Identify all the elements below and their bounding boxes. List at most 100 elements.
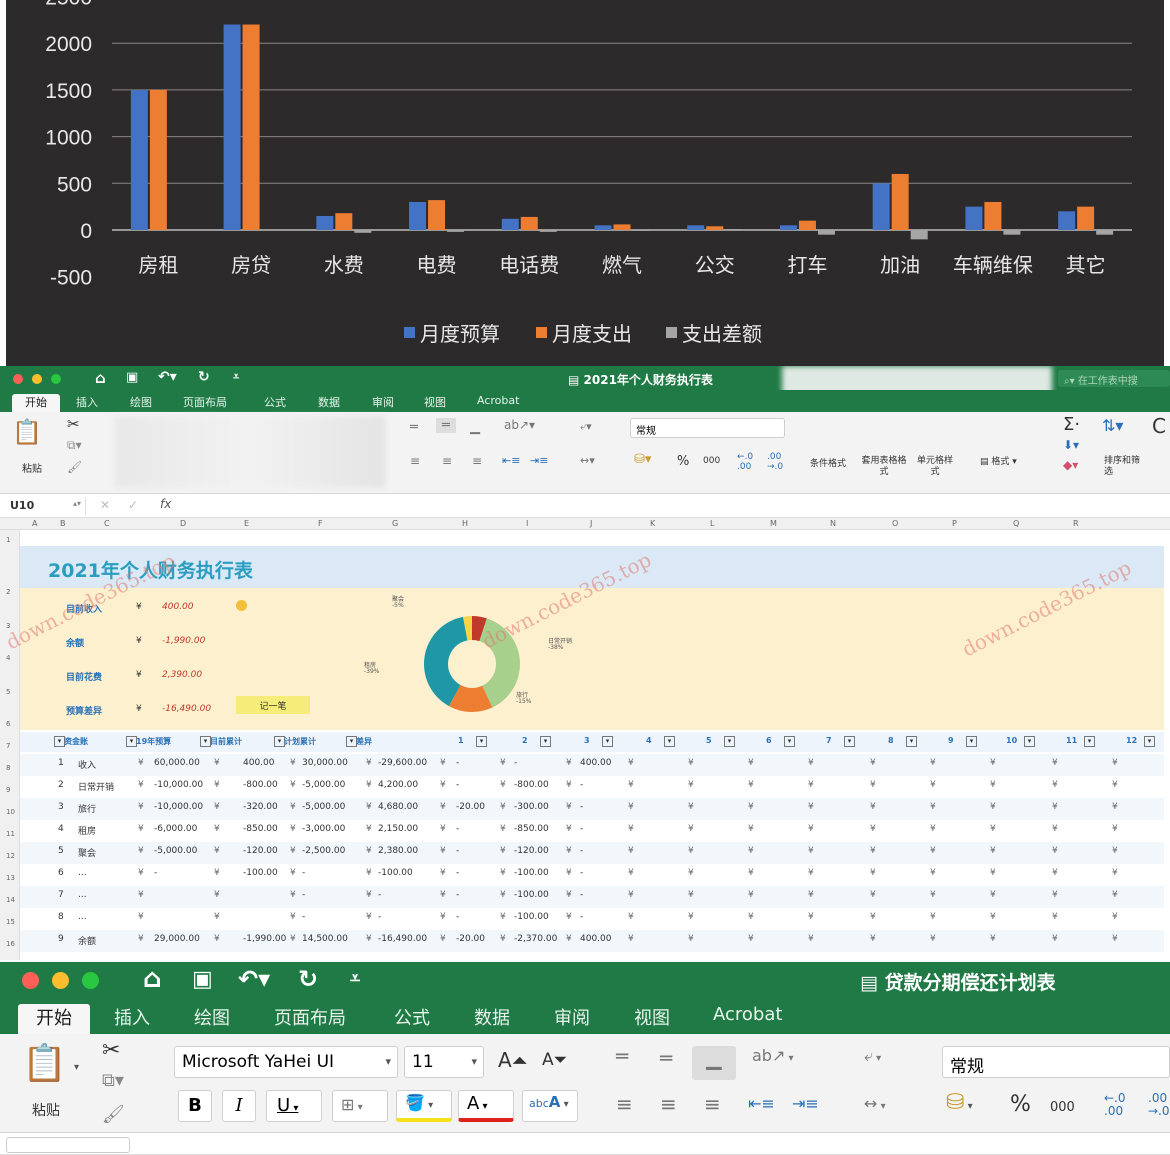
column-header[interactable]: I xyxy=(526,519,528,528)
align-top-icon[interactable]: ═ xyxy=(410,420,418,435)
increase-decimal-icon[interactable]: ←.0.00 xyxy=(737,452,753,472)
filter-dropdown-icon[interactable]: ▾ xyxy=(664,736,675,747)
row-header[interactable]: 5 xyxy=(6,688,10,696)
paste-label[interactable]: 粘贴 xyxy=(32,1100,60,1120)
row-header[interactable]: 6 xyxy=(6,720,10,728)
home-icon[interactable]: ⌂ xyxy=(143,964,162,994)
redo-icon[interactable]: ↻ xyxy=(298,965,318,993)
tab-7[interactable]: 视图 xyxy=(424,394,446,412)
align-left-icon[interactable]: ≡ xyxy=(616,1092,633,1116)
align-center-icon[interactable]: ≡ xyxy=(660,1092,677,1116)
close-window-button[interactable] xyxy=(13,374,23,384)
paste-icon[interactable]: 📋 xyxy=(12,418,42,446)
percent-button[interactable]: % xyxy=(1010,1092,1031,1117)
tab-6[interactable]: 审阅 xyxy=(372,394,394,412)
fx-label[interactable]: fx xyxy=(160,497,171,511)
currency-icon[interactable]: ⛁▾ xyxy=(634,452,651,467)
clear-icon[interactable]: ◆▾ xyxy=(1063,458,1078,472)
customize-toolbar-icon[interactable]: ⩡ xyxy=(233,370,239,384)
table-header[interactable]: 计划累计 xyxy=(284,736,316,747)
table-header[interactable]: 差异 xyxy=(356,736,372,747)
copy-icon[interactable]: ⧉▾ xyxy=(67,438,82,453)
minimize-window-button[interactable] xyxy=(52,972,69,989)
format-painter-icon[interactable]: 🖌 xyxy=(67,460,82,474)
undo-icon[interactable]: ↶▾ xyxy=(158,369,177,385)
filter-dropdown-icon[interactable]: ▾ xyxy=(476,736,487,747)
table-header[interactable]: 4 xyxy=(646,736,652,745)
filter-dropdown-icon[interactable]: ▾ xyxy=(1144,736,1155,747)
row-header[interactable]: 13 xyxy=(6,874,15,882)
align-right-icon[interactable]: ≡ xyxy=(704,1092,721,1116)
table-header[interactable]: 9 xyxy=(948,736,954,745)
filter-dropdown-icon[interactable]: ▾ xyxy=(540,736,551,747)
align-top-icon[interactable]: ═ xyxy=(616,1044,628,1068)
align-center-icon[interactable]: ≡ xyxy=(442,454,452,468)
tab-5[interactable]: 数据 xyxy=(318,394,340,412)
search-box[interactable]: ⌕▾ 在工作表中搜 xyxy=(1058,370,1170,387)
column-header[interactable]: D xyxy=(180,519,186,528)
format-button[interactable]: ▤ 格式 ▾ xyxy=(980,454,1017,467)
tab-5[interactable]: 数据 xyxy=(474,1004,510,1034)
column-header[interactable]: Q xyxy=(1013,519,1019,528)
table-header[interactable]: 3 xyxy=(584,736,590,745)
increase-decimal-icon[interactable]: ←.0.00 xyxy=(1104,1092,1126,1118)
tab-1[interactable]: 插入 xyxy=(114,1004,150,1034)
table-header[interactable]: 6 xyxy=(766,736,772,745)
home-icon[interactable]: ⌂ xyxy=(95,369,106,387)
table-header[interactable]: 11 xyxy=(1066,736,1077,745)
sort-filter-label[interactable]: 排序和筛选 xyxy=(1104,456,1144,478)
cell-style-button[interactable]: 单元格样式 xyxy=(915,456,955,478)
orientation-icon[interactable]: ab↗ ▾ xyxy=(752,1046,794,1065)
row-header[interactable]: 15 xyxy=(6,918,15,926)
number-format-select[interactable]: 常规 xyxy=(630,418,785,438)
filter-dropdown-icon[interactable]: ▾ xyxy=(784,736,795,747)
row-header[interactable]: 1 xyxy=(6,536,10,544)
thousands-button[interactable]: 000 xyxy=(1050,1100,1075,1115)
increase-indent-icon[interactable]: ⇥≡ xyxy=(530,454,548,467)
column-header[interactable]: G xyxy=(392,519,398,528)
row-header[interactable]: 4 xyxy=(6,654,10,662)
table-header[interactable]: 2 xyxy=(522,736,528,745)
wrap-text-icon[interactable]: ⤶ ▾ xyxy=(864,1046,881,1066)
italic-button[interactable]: I xyxy=(222,1090,256,1122)
align-bottom-icon[interactable]: ▁ xyxy=(692,1046,736,1080)
tab-4[interactable]: 公式 xyxy=(264,394,286,412)
column-header[interactable]: N xyxy=(830,519,836,528)
column-header[interactable]: O xyxy=(892,519,898,528)
column-header[interactable]: A xyxy=(32,519,37,528)
percent-button[interactable]: % xyxy=(677,454,689,469)
column-header[interactable]: H xyxy=(462,519,468,528)
table-header[interactable]: 1 xyxy=(458,736,464,745)
currency-icon[interactable]: ⛁ ▾ xyxy=(946,1090,973,1115)
customize-toolbar-icon[interactable]: ⩡ xyxy=(350,968,360,989)
tab-0[interactable]: 开始 xyxy=(12,394,60,412)
row-header[interactable]: 14 xyxy=(6,896,15,904)
paste-dropdown-icon[interactable]: ▾ xyxy=(74,1062,79,1073)
bold-button[interactable]: B xyxy=(178,1090,212,1122)
column-header[interactable]: J xyxy=(590,519,592,528)
merge-icon[interactable]: ↔ ▾ xyxy=(864,1094,886,1113)
paste-icon[interactable]: 📋 xyxy=(22,1042,67,1084)
align-middle-icon[interactable]: ═ xyxy=(436,418,456,433)
row-header[interactable]: 11 xyxy=(6,830,15,838)
table-header[interactable]: 7 xyxy=(826,736,832,745)
sort-filter-icon[interactable]: ⇅▾ xyxy=(1102,416,1123,435)
row-header[interactable]: 7 xyxy=(6,742,10,750)
add-record-button[interactable]: 记一笔 xyxy=(236,696,310,714)
close-window-button[interactable] xyxy=(22,972,39,989)
decrease-decimal-icon[interactable]: .00 →.0 xyxy=(767,452,783,472)
copy-icon[interactable]: ⧉▾ xyxy=(102,1070,124,1091)
filter-dropdown-icon[interactable]: ▾ xyxy=(844,736,855,747)
align-middle-icon[interactable]: ═ xyxy=(660,1046,672,1070)
tab-3[interactable]: 页面布局 xyxy=(274,1004,346,1034)
save-icon[interactable]: ▣ xyxy=(126,370,138,385)
row-header[interactable]: 2 xyxy=(6,588,10,596)
column-header[interactable]: C xyxy=(104,519,110,528)
row-header[interactable]: 16 xyxy=(6,940,15,948)
align-right-icon[interactable]: ≡ xyxy=(472,454,482,468)
column-header[interactable]: E xyxy=(244,519,249,528)
orientation-icon[interactable]: ab↗▾ xyxy=(504,418,535,432)
tab-6[interactable]: 审阅 xyxy=(554,1004,590,1034)
column-header[interactable]: P xyxy=(952,519,957,528)
decrease-indent-icon[interactable]: ⇤≡ xyxy=(748,1094,775,1113)
